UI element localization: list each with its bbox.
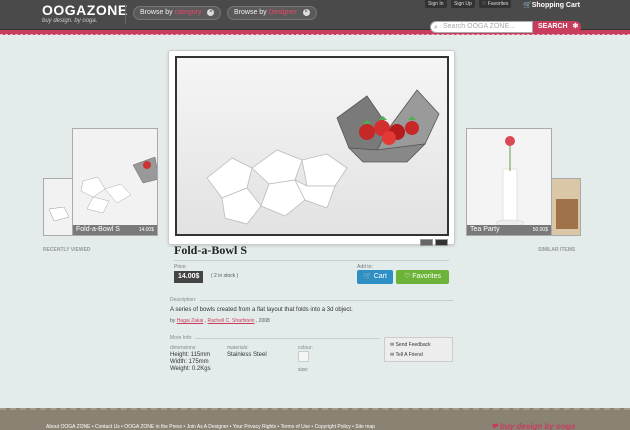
thumb-label: Fold-a-Bowl S 14.00$ [73,225,157,235]
similar-thumb-back[interactable] [551,178,581,236]
favorites-button-label: Favorites [412,273,442,280]
heart-icon: ❤ [491,422,498,430]
colour-swatch[interactable] [298,351,309,362]
product-main-image[interactable] [175,56,449,236]
description-divider [200,300,453,301]
cart-icon: 🛒 [363,273,372,280]
materials-label: materials: [227,345,249,351]
search-icon: ⌕ [434,24,438,31]
fold-a-bowl-image [177,58,447,234]
similar-thumb-tea-party[interactable]: Tea Party 50.00$ [466,128,552,236]
close-icon[interactable]: × [302,8,310,16]
gear-icon: ✻ [572,23,579,30]
product-description: A series of bowls created from a flat la… [170,307,353,313]
dimensions-label: dimensions: [170,345,197,351]
dimension-weight: Weight: 0.2Kgs [170,366,211,372]
description-label: Description: [170,297,197,303]
dimension-height: Height: 115mm [170,352,211,358]
recent-thumb-fold-a-bowl[interactable]: Fold-a-Bowl S 14.00$ [72,128,158,236]
sign-in-link[interactable]: Sign In [425,0,447,8]
year: , 2008 [255,318,270,324]
stock-status: ( 2 in stock ) [211,273,239,279]
logo-text: OOGAZONE [42,2,128,18]
footer-links[interactable]: About OOGA ZONE • Contact Us • OOGA ZONE… [46,424,375,430]
more-info-label: More Info: [170,335,193,341]
send-feedback-label: Send Feedback [395,342,431,348]
browse-prefix: Browse by [140,9,173,16]
image-thumb-toggle-1[interactable] [420,239,433,246]
materials-block: materials: Stainless Steel [227,345,267,359]
tea-party-image [467,129,551,235]
send-feedback-link[interactable]: ✉ Send Feedback [390,342,431,348]
designer-link[interactable]: Rachell C. Sharfstein [208,318,255,324]
footer-logo[interactable]: ❤ buy design by ooga [491,422,575,430]
product-image [552,179,580,235]
by-prefix: by [170,318,176,324]
thumb-name: Fold-a-Bowl S [76,226,120,233]
thumb-label: Tea Party 50.00$ [467,225,551,235]
search-button-label: SEARCH [538,23,568,30]
browse-value: category [174,9,202,16]
logo-tagline: buy design. by ooga. [42,18,98,24]
logo-divider [125,4,126,24]
thumb-name: Tea Party [470,226,500,233]
shopping-cart-link[interactable]: 🛒Shopping Cart [523,1,580,9]
bowl-image [44,179,72,235]
designer-link[interactable]: Hagai Zakai [177,318,204,324]
mail-icon: ✉ [390,352,395,358]
browse-by-designer-button[interactable]: Browse by Designer × [227,6,317,20]
browse-by-category-button[interactable]: Browse by category × [133,6,222,20]
size-label: size: [298,367,309,373]
search-button[interactable]: SEARCH ✻ [533,21,581,33]
recent-thumb-back[interactable] [43,178,73,236]
feedback-icon: ✉ [390,342,395,348]
price-label: Price: [174,264,187,270]
recently-viewed-caption: RECENTLY VIEWED [43,247,91,253]
materials-value: Stainless Steel [227,352,267,358]
designer-byline: by Hagai Zakai , Rachell C. Sharfstein ,… [170,318,270,324]
similar-items-caption: SIMILAR ITEMS [538,247,576,253]
dimension-width: Width: 175mm [170,359,209,365]
bowl-image [73,129,157,235]
image-thumb-toggle-2[interactable] [435,239,448,246]
favorites-label: Favorites [487,1,509,7]
footer-logo-text: buy design by ooga [499,422,576,430]
product-title: Fold-a-Bowl S [174,243,248,257]
close-icon[interactable]: × [207,8,215,16]
tell-a-friend-link[interactable]: ✉ Tell A Friend [390,352,423,358]
heart-icon: ♡ [482,1,487,7]
thumb-price: 14.00$ [138,227,154,233]
share-box [384,337,453,362]
title-divider [174,260,449,261]
tell-friend-label: Tell A Friend [395,352,423,358]
heart-icon: ♡ [403,273,411,280]
sign-up-link[interactable]: Sign Up [451,0,475,8]
price-tag: 14.00$ [174,271,204,283]
shopping-cart-label: Shopping Cart [531,2,580,9]
cart-button-label: Cart [373,273,387,280]
search-placeholder: Search OOGA ZONE... [443,23,515,30]
cart-icon: 🛒 [523,2,532,9]
thumb-price: 50.00$ [532,227,548,233]
browse-prefix: Browse by [234,9,267,16]
search-input[interactable]: ⌕ Search OOGA ZONE... [430,21,533,33]
browse-value: Designer [268,9,297,16]
dimensions-block: dimensions: Height: 115mm Width: 175mm W… [170,345,211,373]
more-info-divider [195,338,380,339]
site-logo[interactable]: OOGAZONE buy design. by ooga. [42,3,128,25]
add-to-cart-button[interactable]: 🛒 Cart [357,270,393,284]
add-to-favorites-button[interactable]: ♡ Favorites [396,270,449,284]
favorites-link[interactable]: ♡ Favorites [479,0,512,8]
